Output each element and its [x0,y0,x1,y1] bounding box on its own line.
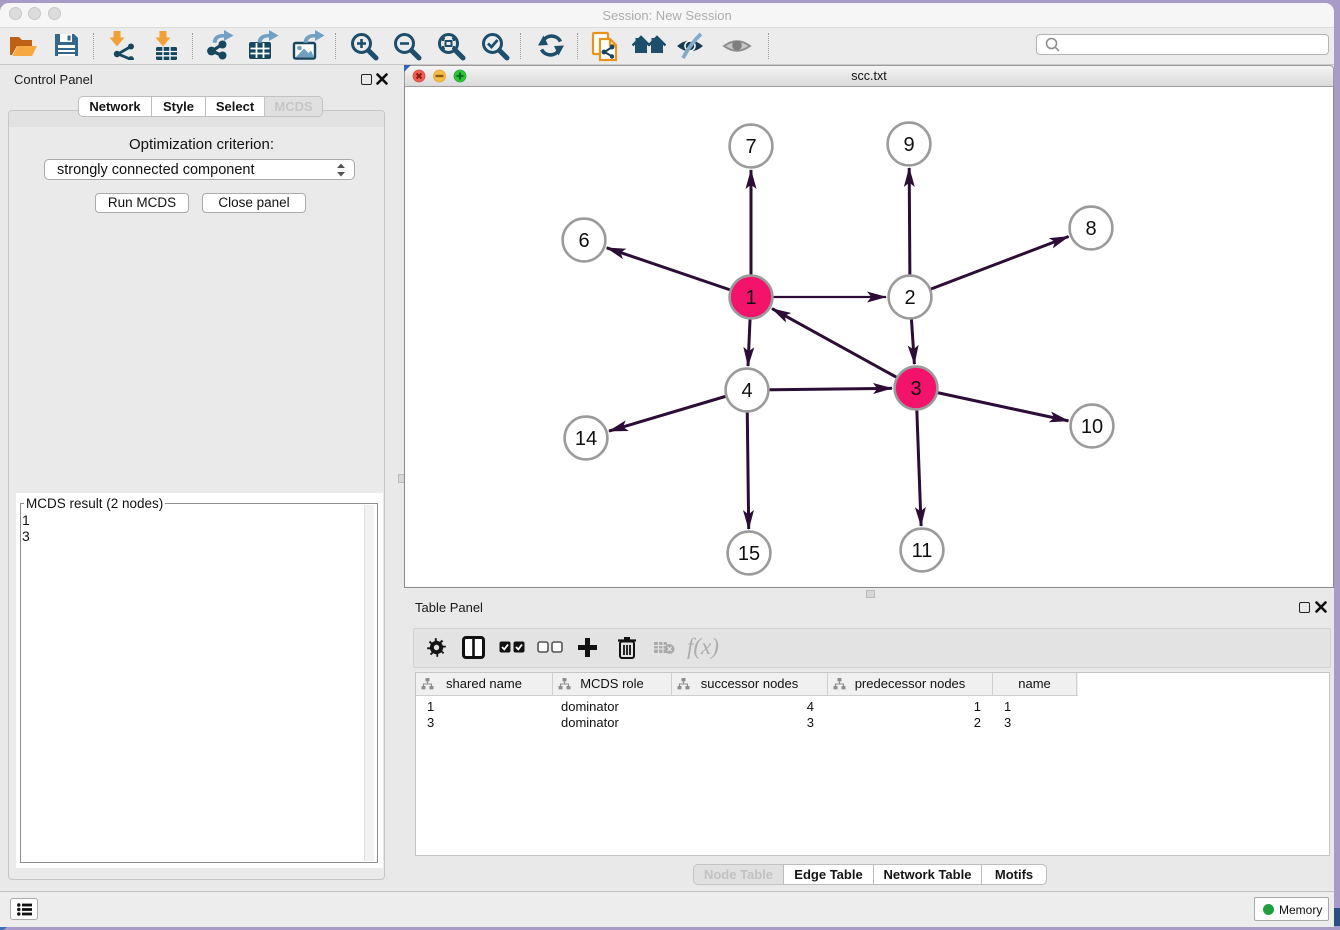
svg-text:8: 8 [1085,218,1096,240]
svg-text:4: 4 [741,380,752,402]
svg-text:1: 1 [745,287,756,309]
svg-text:3: 3 [910,378,921,400]
svg-text:7: 7 [745,136,756,158]
svg-text:14: 14 [575,428,597,450]
svg-text:9: 9 [903,134,914,156]
svg-text:11: 11 [912,540,933,562]
svg-text:10: 10 [1081,416,1103,438]
svg-text:6: 6 [578,230,589,252]
svg-text:15: 15 [738,543,760,565]
svg-text:2: 2 [904,287,915,309]
